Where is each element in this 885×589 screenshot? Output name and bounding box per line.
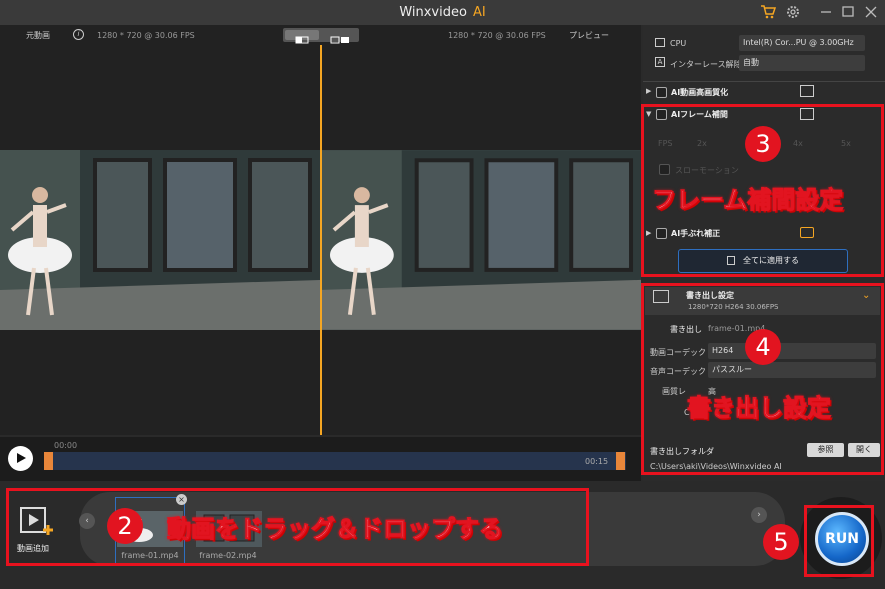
annotation-badge-5: 5	[763, 524, 799, 560]
export-title: 書き出し設定	[686, 291, 734, 300]
collapse-arrow-icon[interactable]: ▼	[646, 110, 651, 118]
export-info: 1280*720 H264 30.06FPS	[688, 303, 779, 311]
slowmo-checkbox[interactable]	[659, 164, 670, 175]
open-folder-button[interactable]: 開く	[848, 443, 880, 457]
video-codec-select[interactable]: H264	[708, 343, 876, 359]
collapse-chevron-icon[interactable]: ⌄	[862, 290, 870, 301]
compare-divider[interactable]	[320, 45, 322, 435]
annotation-badge-3: 3	[745, 126, 781, 162]
cpu-icon	[655, 38, 665, 47]
original-video-frame	[0, 150, 320, 330]
cpu-select[interactable]: Intel(R) Cor...PU @ 3.00GHz	[739, 35, 865, 51]
video-codec-label: 動画コーデック	[650, 348, 706, 357]
preview-video-frame	[322, 150, 641, 330]
original-info: 1280 * 720 @ 30.06 FPS	[97, 31, 195, 40]
trim-start-handle[interactable]	[44, 452, 53, 470]
scroll-right-icon[interactable]: ›	[751, 507, 767, 523]
annotation-badge-2: 2	[107, 508, 143, 544]
frame-interp-icon	[800, 108, 814, 120]
expand-arrow-icon[interactable]: ▶	[646, 87, 651, 95]
end-time: 00:15	[585, 457, 609, 466]
cpu-label: CPU	[670, 39, 687, 48]
deinterlace-select[interactable]: 自動	[739, 55, 865, 71]
side-by-side-icon[interactable]	[323, 30, 357, 44]
slowmo-label: スローモーション	[675, 166, 739, 175]
fps-label: FPS	[658, 139, 673, 148]
compare-toggle[interactable]	[283, 28, 359, 44]
app-title: Winxvideo AI	[399, 5, 486, 20]
export-icon	[653, 290, 669, 303]
split-view-icon[interactable]	[285, 30, 319, 44]
minimize-icon[interactable]	[818, 4, 834, 20]
original-label: 元動画	[26, 31, 50, 40]
gear-icon[interactable]	[785, 4, 801, 20]
fps-option-2x[interactable]: 2x	[697, 139, 707, 148]
ai-stabilize-label: AI手ぶれ補正	[671, 229, 721, 238]
ai-frame-checkbox[interactable]	[656, 109, 667, 120]
preview-info: 1280 * 720 @ 30.06 FPS	[448, 31, 546, 40]
audio-codec-select[interactable]: パススルー	[708, 362, 876, 378]
deinterlace-icon: A	[655, 57, 665, 67]
annotation-text-3: フレーム補間設定	[651, 186, 844, 215]
fps-option-4x[interactable]: 4x	[793, 139, 803, 148]
ai-upscale-checkbox[interactable]	[656, 87, 667, 98]
quality-label: 画質レ	[662, 387, 686, 396]
folder-path: C:\Users\aki\Videos\Winxvideo AI	[650, 462, 782, 471]
trim-end-handle[interactable]	[616, 452, 625, 470]
upscale-icon	[800, 85, 814, 97]
apply-all-button[interactable]: 全てに適用する	[678, 249, 848, 273]
maximize-icon[interactable]	[840, 4, 856, 20]
ai-upscale-label: AI動画高画質化	[671, 88, 729, 97]
folder-label: 書き出しフォルダ	[650, 447, 714, 456]
run-button[interactable]: RUN	[815, 512, 869, 566]
ai-stabilize-checkbox[interactable]	[656, 228, 667, 239]
start-time: 00:00	[54, 441, 78, 450]
apply-icon	[727, 256, 735, 265]
info-icon[interactable]: i	[73, 29, 84, 40]
ai-frame-label: AIフレーム補間	[671, 110, 728, 119]
preview-label: プレビュー	[569, 31, 609, 40]
audio-codec-label: 音声コーデック	[650, 367, 706, 376]
cart-icon[interactable]	[760, 4, 777, 20]
annotation-text-4: 書き出し設定	[687, 394, 832, 423]
timeline-track[interactable]	[44, 452, 626, 470]
fps-option-5x[interactable]: 5x	[841, 139, 851, 148]
expand-arrow-icon[interactable]: ▶	[646, 229, 651, 237]
play-button[interactable]	[8, 446, 33, 471]
browse-button[interactable]: 参照	[807, 443, 844, 457]
output-label: 書き出し	[670, 325, 702, 334]
close-icon[interactable]	[863, 4, 879, 20]
annotation-badge-4: 4	[745, 329, 781, 365]
separator	[643, 81, 885, 82]
annotation-text-2: 動画をドラッグ＆ドロップする	[167, 515, 504, 544]
deinterlace-label: インターレース解除	[670, 60, 742, 69]
camera-icon	[800, 227, 814, 238]
